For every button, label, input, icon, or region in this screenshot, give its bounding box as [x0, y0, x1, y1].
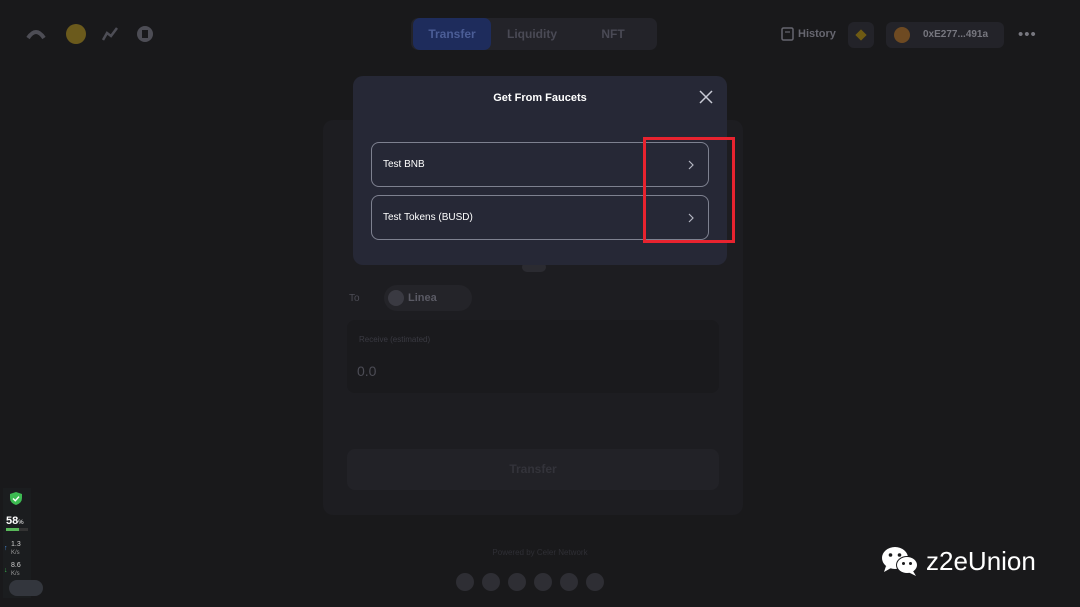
system-monitor-widget: 58% ↑ 1.3 K/s ↓ 8.6 K/s [3, 488, 43, 598]
rocket-icon[interactable] [66, 24, 86, 44]
receive-value: 0.0 [357, 363, 377, 379]
cpu-bar-fill [6, 528, 19, 531]
close-icon[interactable] [698, 89, 714, 105]
cpu-percent: 58% [6, 515, 24, 527]
history-button[interactable]: History [781, 24, 836, 44]
receive-box: Receive (estimated) 0.0 [347, 320, 719, 393]
linea-icon [388, 290, 404, 306]
chart-icon[interactable] [100, 24, 120, 44]
tab-transfer[interactable]: Transfer [413, 18, 491, 50]
discord-icon[interactable] [508, 573, 526, 591]
tab-liquidity[interactable]: Liquidity [491, 18, 573, 50]
shield-icon [10, 492, 22, 505]
bnb-chain-icon [855, 29, 867, 41]
receive-label: Receive (estimated) [359, 335, 431, 344]
watermark: z2eUnion [880, 541, 1036, 581]
website-icon[interactable] [456, 573, 474, 591]
upload-arrow-icon: ↑ [4, 545, 8, 552]
upload-unit: K/s [11, 550, 20, 556]
to-label: To [349, 293, 360, 304]
wallet-address: 0xE277...491a [923, 29, 989, 40]
history-icon [781, 27, 794, 41]
download-unit: K/s [11, 571, 20, 577]
download-rate: 8.6 [11, 562, 21, 569]
to-chain-selector[interactable]: Linea [384, 285, 472, 311]
cpu-bar [6, 528, 28, 531]
watermark-text: z2eUnion [926, 545, 1036, 576]
history-label: History [798, 28, 836, 40]
github-icon[interactable] [586, 573, 604, 591]
tab-nft[interactable]: NFT [573, 18, 653, 50]
wallet-button[interactable]: 0xE277...491a [886, 22, 1004, 48]
avatar [894, 27, 910, 43]
to-chain-name: Linea [408, 292, 437, 304]
faucet-item-label: Test Tokens (BUSD) [383, 212, 473, 223]
upload-rate: 1.3 [11, 541, 21, 548]
more-menu-button[interactable]: ••• [1018, 26, 1037, 43]
chain-selector[interactable] [848, 22, 874, 48]
twitter-icon[interactable] [560, 573, 578, 591]
top-nav: Transfer Liquidity NFT History 0xE277...… [0, 0, 1080, 70]
transfer-button[interactable]: Transfer [347, 449, 719, 490]
faucet-item-label: Test BNB [383, 159, 425, 170]
telegram-icon[interactable] [534, 573, 552, 591]
highlight-annotation [643, 137, 735, 243]
download-arrow-icon: ↓ [4, 567, 8, 574]
blog-icon[interactable] [482, 573, 500, 591]
docs-icon[interactable] [135, 24, 155, 44]
wechat-icon [882, 547, 918, 576]
social-links [456, 573, 604, 591]
app-root: Transfer Liquidity NFT History 0xE277...… [0, 0, 1080, 607]
logo-icon[interactable] [26, 24, 46, 44]
main-tabs: Transfer Liquidity NFT [411, 18, 657, 50]
modal-title: Get From Faucets [493, 92, 587, 104]
widget-toggle[interactable] [9, 580, 43, 596]
